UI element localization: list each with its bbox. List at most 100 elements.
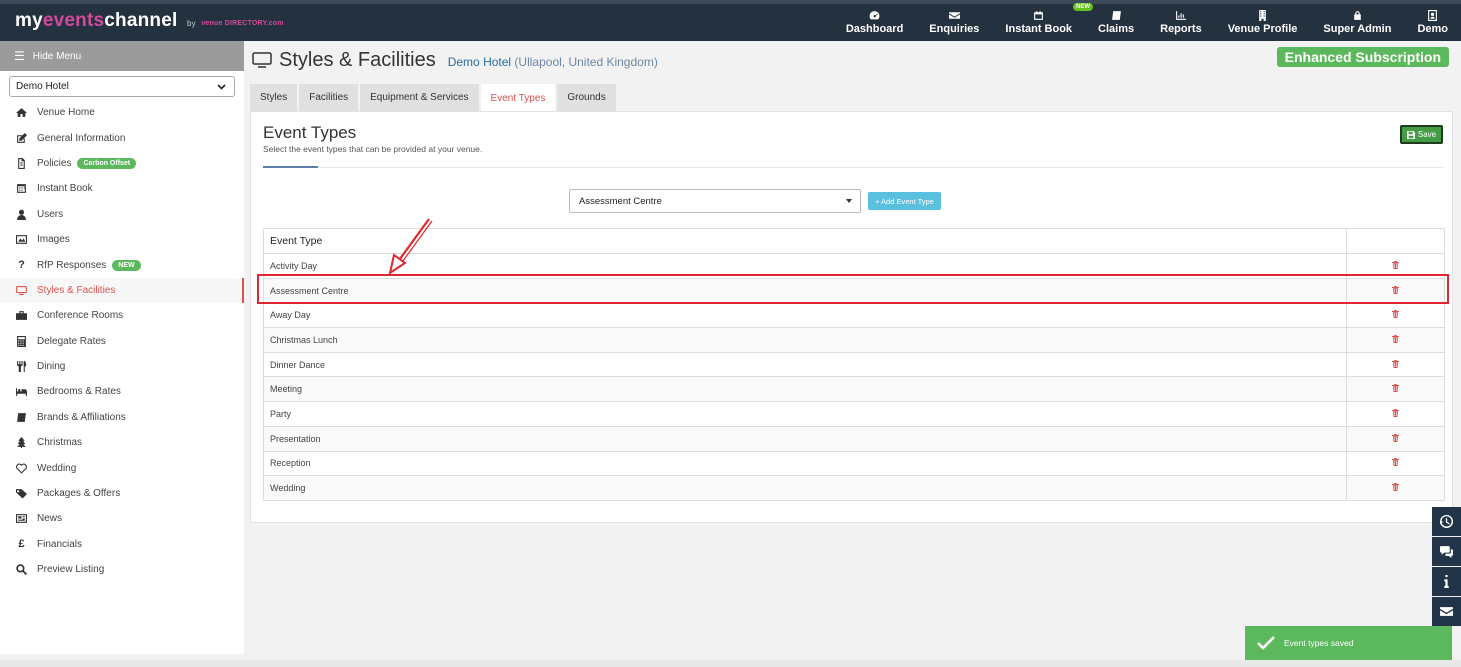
subscription-badge[interactable]: Enhanced Subscription — [1276, 47, 1449, 67]
table-row: Meeting — [263, 376, 1445, 403]
sidebar-item-label: Users — [37, 208, 64, 220]
history-icon — [1440, 515, 1453, 528]
user-icon — [17, 209, 26, 220]
nav-instant-book[interactable]: Instant Book NEW — [992, 3, 1094, 41]
calendar-icon — [1034, 11, 1044, 20]
trash-icon[interactable] — [1392, 483, 1399, 492]
nav-label: Dashboard — [845, 23, 904, 35]
delete-cell — [1346, 376, 1445, 403]
chat-button[interactable] — [1432, 537, 1461, 566]
nav-venue-profile[interactable]: Venue Profile — [1215, 4, 1311, 41]
sidebar-item-financials[interactable]: £ Financials — [0, 532, 244, 557]
tab-event-types[interactable]: Event Types — [480, 84, 556, 112]
event-type-cell: Away Day — [263, 302, 1347, 329]
trash-icon[interactable] — [1392, 433, 1399, 442]
sidebar-item-preview-listing[interactable]: Preview Listing — [0, 557, 244, 582]
sidebar-item-general-information[interactable]: General Information — [0, 125, 244, 150]
divider-accent — [263, 166, 318, 168]
new-badge: NEW — [112, 259, 141, 271]
sidebar-item-label: Bedrooms & Rates — [37, 386, 121, 398]
sidebar-item-packages-offers[interactable]: Packages & Offers — [0, 481, 244, 506]
event-type-select[interactable]: Assessment Centre — [569, 189, 861, 213]
nav-label: Enquiries — [929, 23, 980, 35]
sidebar-item-label: Brands & Affiliations — [37, 411, 126, 423]
calendar-icon — [17, 184, 26, 194]
venue-name[interactable]: Demo Hotel — [448, 55, 511, 69]
bed-icon — [16, 388, 27, 397]
briefcase-icon — [16, 311, 27, 321]
table-header-row: Event Type — [263, 228, 1445, 254]
sidebar-item-bedrooms-rates[interactable]: Bedrooms & Rates — [0, 379, 244, 404]
event-type-cell: Party — [263, 401, 1347, 427]
venue-select[interactable]: Demo Hotel — [9, 76, 235, 97]
nav-enquiries[interactable]: Enquiries — [916, 4, 992, 41]
chat-icon — [1440, 546, 1453, 558]
table-row: Wedding — [263, 475, 1445, 501]
sidebar-item-wedding[interactable]: Wedding — [0, 455, 244, 480]
hide-menu-button[interactable]: ☰ Hide Menu — [0, 41, 244, 71]
section-description: Select the event types that can be provi… — [263, 144, 483, 154]
sidebar-item-images[interactable]: Images — [0, 227, 244, 252]
nav-super-admin[interactable]: Super Admin — [1310, 4, 1404, 41]
column-header-actions — [1346, 228, 1445, 254]
main-nav: Dashboard Enquiries Instant Book NEW Cla… — [833, 3, 1461, 41]
email-button[interactable] — [1432, 597, 1461, 626]
nav-claims[interactable]: Claims — [1085, 4, 1147, 41]
save-button[interactable]: Save — [1400, 125, 1443, 144]
table-row: Activity Day — [263, 253, 1445, 279]
event-type-cell: Activity Day — [263, 253, 1347, 279]
sidebar-item-styles-facilities[interactable]: Styles & Facilities — [0, 277, 244, 304]
table-row: Presentation — [263, 425, 1445, 452]
page-title: Styles & Facilities — [279, 48, 436, 71]
sidebar-item-brands-affiliations[interactable]: Brands & Affiliations — [0, 405, 244, 430]
delete-cell — [1346, 253, 1445, 279]
book-icon — [1111, 11, 1121, 20]
tab-grounds[interactable]: Grounds — [557, 84, 616, 111]
nav-reports[interactable]: Reports — [1147, 4, 1215, 41]
toast-message: Event types saved — [1284, 638, 1354, 648]
sidebar-item-venue-home[interactable]: Venue Home — [0, 100, 244, 125]
monitor-icon — [252, 52, 272, 68]
success-toast: Event types saved — [1245, 626, 1452, 660]
nav-label: Venue Profile — [1227, 23, 1298, 35]
tab-equipment-services[interactable]: Equipment & Services — [360, 84, 479, 111]
sidebar-item-news[interactable]: News — [0, 506, 244, 531]
add-event-type-button[interactable]: + Add Event Type — [868, 192, 941, 210]
nav-demo-user[interactable]: Demo — [1404, 4, 1461, 41]
sidebar-item-dining[interactable]: Dining — [0, 354, 244, 379]
sidebar-item-delegate-rates[interactable]: Delegate Rates — [0, 329, 244, 354]
tag-icon — [16, 489, 27, 499]
calculator-icon — [17, 335, 26, 347]
home-icon — [16, 108, 27, 118]
chevron-down-icon — [217, 83, 226, 90]
trash-icon[interactable] — [1392, 458, 1399, 467]
caret-down-icon — [846, 199, 852, 203]
event-type-cell: Christmas Lunch — [263, 327, 1347, 353]
trash-icon[interactable] — [1392, 384, 1399, 393]
sidebar-item-christmas[interactable]: Christmas — [0, 430, 244, 455]
brand-logo[interactable]: myeventschannel by venue DIRECTORY.com — [15, 10, 284, 32]
info-button[interactable] — [1432, 567, 1461, 596]
trash-icon[interactable] — [1392, 408, 1399, 417]
venue-select-value: Demo Hotel — [16, 81, 69, 92]
nav-dashboard[interactable]: Dashboard — [833, 4, 916, 41]
document-icon — [18, 157, 25, 169]
search-icon — [16, 564, 27, 576]
bottom-bar — [0, 660, 1461, 667]
tab-facilities[interactable]: Facilities — [299, 84, 359, 111]
trash-icon[interactable] — [1392, 285, 1399, 294]
tab-styles[interactable]: Styles — [250, 84, 298, 111]
trash-icon[interactable] — [1392, 260, 1399, 269]
sidebar-item-rfp-responses[interactable]: ? RfP Responses NEW — [0, 252, 244, 277]
event-type-cell: Assessment Centre — [263, 277, 1347, 304]
trash-icon[interactable] — [1392, 310, 1399, 319]
sidebar-item-users[interactable]: Users — [0, 202, 244, 227]
trash-icon[interactable] — [1392, 359, 1399, 368]
hide-menu-label: Hide Menu — [32, 50, 82, 62]
trash-icon[interactable] — [1392, 334, 1399, 343]
sidebar-item-policies[interactable]: Policies Carbon Offset — [0, 151, 244, 176]
sidebar-item-instant-book[interactable]: Instant Book — [0, 176, 244, 201]
history-button[interactable] — [1432, 507, 1461, 536]
user-icon — [1428, 10, 1438, 21]
sidebar-item-conference-rooms[interactable]: Conference Rooms — [0, 303, 244, 328]
